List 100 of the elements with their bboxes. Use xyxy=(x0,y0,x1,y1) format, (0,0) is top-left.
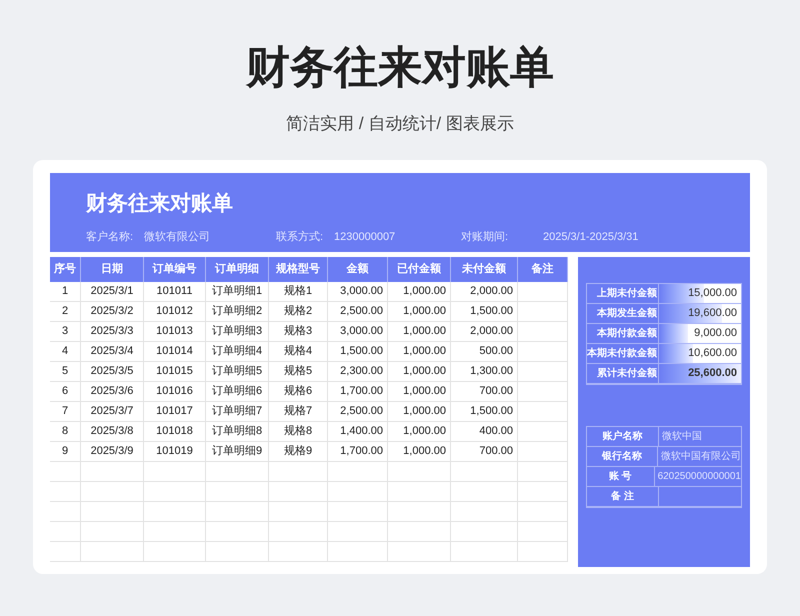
table-cell: 2,000.00 xyxy=(451,282,518,301)
table-cell: 7 xyxy=(50,402,81,421)
column-header: 订单明细 xyxy=(206,257,269,282)
table-cell: 4 xyxy=(50,342,81,361)
table-cell: 1,700.00 xyxy=(328,442,388,461)
table-cell: 1,000.00 xyxy=(388,442,451,461)
table-cell: 规格4 xyxy=(269,342,328,361)
table-cell: 101011 xyxy=(144,282,206,301)
table-cell: 1,300.00 xyxy=(451,362,518,381)
table-cell: 1,000.00 xyxy=(388,382,451,401)
summary-value: 10,600.00 xyxy=(688,346,737,361)
account-label: 银行名称 xyxy=(587,447,658,466)
table-cell: 规格5 xyxy=(269,362,328,381)
summary-value: 15,000.00 xyxy=(688,286,737,301)
table-cell: 9 xyxy=(50,442,81,461)
table-cell: 规格8 xyxy=(269,422,328,441)
table-cell: 101017 xyxy=(144,402,206,421)
table-cell: 2025/3/8 xyxy=(81,422,144,441)
column-header: 未付金额 xyxy=(451,257,518,282)
table-cell: 订单明细6 xyxy=(206,382,269,401)
table-cell: 订单明细2 xyxy=(206,302,269,321)
info-value: 1230000007 xyxy=(334,230,396,245)
column-header: 已付金额 xyxy=(388,257,451,282)
table-cell: 101015 xyxy=(144,362,206,381)
table-cell: 1,000.00 xyxy=(388,282,451,301)
table-cell: 1,500.00 xyxy=(451,302,518,321)
table-cell: 8 xyxy=(50,422,81,441)
table-cell: 101019 xyxy=(144,442,206,461)
account-value: 微软中国有限公司 xyxy=(660,450,741,464)
table-cell: 2025/3/5 xyxy=(81,362,144,381)
table-cell: 订单明细9 xyxy=(206,442,269,461)
table-cell: 5 xyxy=(50,362,81,381)
table-cell: 规格1 xyxy=(269,282,328,301)
table-cell: 101012 xyxy=(144,302,206,321)
column-header: 日期 xyxy=(81,257,144,282)
summary-value: 9,000.00 xyxy=(694,326,737,341)
table-cell: 规格7 xyxy=(269,402,328,421)
table-cell: 规格2 xyxy=(269,302,328,321)
info-label: 对账期间: xyxy=(461,230,510,245)
table-cell: 2025/3/9 xyxy=(81,442,144,461)
account-value: 620250000000001 xyxy=(656,470,741,484)
table-cell: 2 xyxy=(50,302,81,321)
table-cell: 1,500.00 xyxy=(451,402,518,421)
table-cell: 400.00 xyxy=(451,422,518,441)
info-value: 2025/3/1-2025/3/31 xyxy=(543,230,638,245)
table-cell: 700.00 xyxy=(451,382,518,401)
account-value: 微软中国 xyxy=(661,430,703,444)
table-cell: 2,500.00 xyxy=(328,302,388,321)
info-value: 微软有限公司 xyxy=(144,230,210,245)
table-cell: 1,000.00 xyxy=(388,402,451,421)
table-cell: 1,000.00 xyxy=(388,422,451,441)
column-header: 金额 xyxy=(328,257,388,282)
table-cell: 3,000.00 xyxy=(328,322,388,341)
table-cell: 2025/3/7 xyxy=(81,402,144,421)
table-cell: 2025/3/6 xyxy=(81,382,144,401)
table-cell: 2025/3/2 xyxy=(81,302,144,321)
table-cell: 规格6 xyxy=(269,382,328,401)
table-cell: 订单明细5 xyxy=(206,362,269,381)
column-header: 订单编号 xyxy=(144,257,206,282)
table-cell: 500.00 xyxy=(451,342,518,361)
table-cell: 101013 xyxy=(144,322,206,341)
table-cell: 1,000.00 xyxy=(388,342,451,361)
table-cell: 订单明细8 xyxy=(206,422,269,441)
table-cell: 2025/3/3 xyxy=(81,322,144,341)
table-cell: 订单明细7 xyxy=(206,402,269,421)
table-cell: 1,400.00 xyxy=(328,422,388,441)
table-cell: 101018 xyxy=(144,422,206,441)
table-cell: 规格9 xyxy=(269,442,328,461)
page-subtitle: 简洁实用 / 自动统计/ 图表展示 xyxy=(286,113,514,135)
table-cell: 2025/3/1 xyxy=(81,282,144,301)
table-cell: 订单明细3 xyxy=(206,322,269,341)
table-cell: 1 xyxy=(50,282,81,301)
table-cell: 3 xyxy=(50,322,81,341)
table-cell: 1,700.00 xyxy=(328,382,388,401)
column-header: 序号 xyxy=(50,257,81,282)
table-cell: 1,000.00 xyxy=(388,322,451,341)
table-cell: 2,300.00 xyxy=(328,362,388,381)
page-title: 财务往来对账单 xyxy=(246,42,554,94)
account-label: 账户名称 xyxy=(587,427,659,446)
table-cell: 101014 xyxy=(144,342,206,361)
info-label: 联系方式: xyxy=(276,230,324,245)
account-label: 备 注 xyxy=(587,487,659,506)
info-label: 客户名称: xyxy=(86,230,134,245)
account-label: 账 号 xyxy=(587,467,655,486)
table-cell: 订单明细1 xyxy=(206,282,269,301)
table-cell: 6 xyxy=(50,382,81,401)
table-cell: 1,000.00 xyxy=(388,302,451,321)
table-cell: 1,000.00 xyxy=(388,362,451,381)
table-cell: 2,000.00 xyxy=(451,322,518,341)
table-cell: 订单明细4 xyxy=(206,342,269,361)
sheet-title: 财务往来对账单 xyxy=(86,191,234,217)
summary-value: 19,600.00 xyxy=(688,306,737,321)
column-header: 规格型号 xyxy=(269,257,328,282)
table-cell: 101016 xyxy=(144,382,206,401)
table-cell: 2025/3/4 xyxy=(81,342,144,361)
table-cell: 规格3 xyxy=(269,322,328,341)
table-cell: 2,500.00 xyxy=(328,402,388,421)
summary-value: 25,600.00 xyxy=(688,366,737,381)
table-cell: 3,000.00 xyxy=(328,282,388,301)
table-cell: 1,500.00 xyxy=(328,342,388,361)
